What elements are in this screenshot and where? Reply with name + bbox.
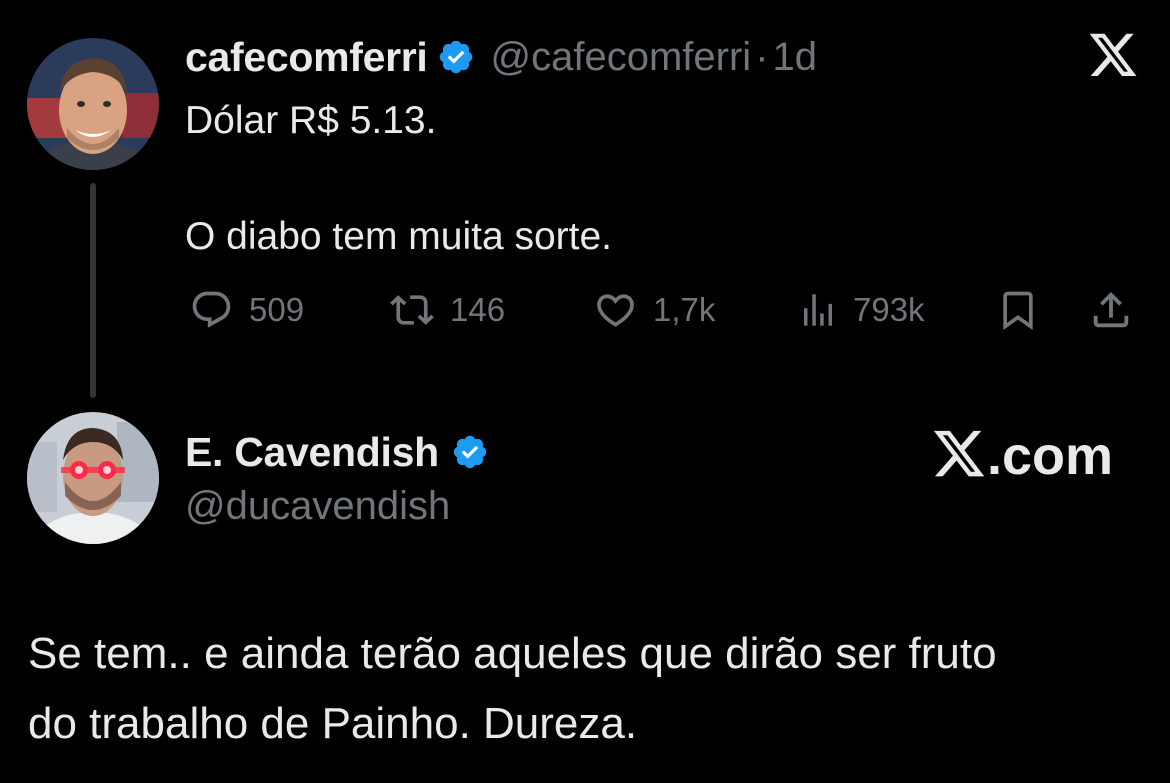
views-count: 793k (853, 291, 925, 328)
avatar-photo (27, 38, 159, 170)
reply-tweet-header: E. Cavendish (185, 429, 489, 476)
display-name[interactable]: cafecomferri (185, 34, 428, 81)
thread-connector-line (90, 183, 96, 398)
x-logo-icon[interactable] (1087, 33, 1139, 86)
original-tweet-header: cafecomferri @cafecomferri · 1d (185, 34, 817, 81)
reply-bubble-icon (192, 291, 231, 328)
avatar-cafecomferri[interactable] (27, 38, 159, 170)
repost-count: 146 (450, 291, 506, 328)
x-logo-icon (933, 430, 985, 477)
display-name[interactable]: E. Cavendish (185, 429, 439, 476)
reply-button[interactable]: 509 (188, 288, 304, 332)
views-bar-icon (804, 294, 832, 326)
tweet-text-line-2: O diabo tem muita sorte. (185, 215, 613, 258)
repost-button[interactable]: 146 (386, 288, 505, 332)
repost-icon (390, 295, 434, 325)
reply-text-line-2: do trabalho de Painho. Dureza. (28, 699, 638, 748)
heart-icon (597, 294, 634, 327)
avatar-ducavendish[interactable] (27, 412, 159, 544)
verified-badge-icon (437, 38, 475, 81)
watermark-suffix: .com (987, 426, 1114, 486)
verified-badge-icon (451, 433, 489, 476)
bookmark-icon[interactable] (996, 288, 1040, 337)
tweet-text-line-1: Dólar R$ 5.13. (185, 99, 437, 142)
separator-dot: · (755, 35, 769, 79)
avatar-photo (27, 412, 159, 544)
x-com-watermark: .com (931, 425, 1113, 487)
like-count: 1,7k (653, 291, 716, 328)
reply-count: 509 (249, 291, 305, 328)
like-button[interactable]: 1,7k (592, 288, 715, 332)
tweet-time[interactable]: 1d (773, 35, 818, 80)
views-button[interactable]: 793k (797, 288, 925, 332)
share-icon[interactable] (1088, 287, 1134, 338)
handle[interactable]: @cafecomferri (491, 35, 752, 80)
reply-handle[interactable]: @ducavendish (185, 484, 450, 529)
reply-text-line-1: Se tem.. e ainda terão aqueles que dirão… (28, 629, 997, 678)
